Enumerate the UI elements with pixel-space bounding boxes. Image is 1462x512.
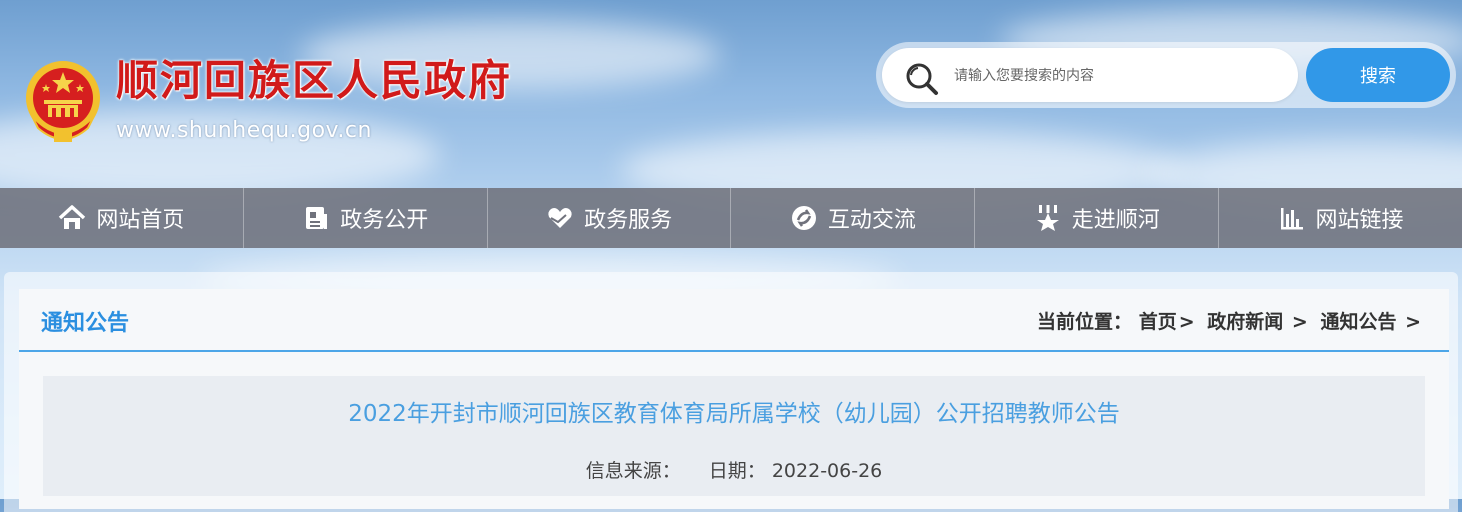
article-meta: 信息来源： 日期： 2022-06-26 — [43, 456, 1425, 483]
nav-item-label: 互动交流 — [827, 208, 916, 233]
heart-hands-icon — [548, 208, 572, 228]
nav-item-label: 政务公开 — [340, 208, 429, 233]
breadcrumb-separator: > — [1178, 311, 1195, 333]
nav-item-gov-services[interactable]: 政务服务 — [488, 188, 732, 248]
site-name[interactable]: 顺河回族区人民政府 — [116, 60, 512, 102]
nav-item-label: 政务服务 — [584, 208, 673, 233]
search-button[interactable]: 搜索 — [1306, 48, 1450, 102]
nav-item-label: 网站链接 — [1315, 208, 1404, 233]
breadcrumb-separator: > — [1405, 311, 1421, 333]
national-emblem-icon[interactable] — [22, 58, 104, 146]
site-header: 顺河回族区人民政府 www.shunhequ.gov.cn 搜索 — [0, 0, 1462, 188]
section-header: 通知公告 当前位置： 首页 > 政府新闻 > 通知公告 > — [19, 289, 1449, 352]
home-icon — [59, 205, 86, 229]
date-value: 2022-06-26 — [771, 460, 883, 482]
breadcrumb-gov-news[interactable]: 政府新闻 — [1207, 311, 1283, 333]
nav-item-label: 网站首页 — [96, 208, 185, 233]
section-title: 通知公告 — [41, 311, 130, 336]
nav-item-gov-affairs[interactable]: 政务公开 — [244, 188, 488, 248]
document-icon — [306, 207, 328, 229]
site-url: www.shunhequ.gov.cn — [116, 118, 372, 143]
breadcrumb-home[interactable]: 首页 — [1139, 311, 1177, 333]
breadcrumb-label: 当前位置： — [1037, 311, 1133, 333]
content-card: 通知公告 当前位置： 首页 > 政府新闻 > 通知公告 > 2022年开封市顺河回… — [19, 289, 1449, 509]
nav-item-label: 走进顺河 — [1071, 208, 1160, 233]
search-field[interactable] — [882, 48, 1298, 102]
nav-item-interaction[interactable]: 互动交流 — [731, 188, 976, 248]
main-nav: 网站首页 政务公开 政务服务 互动交流 走进顺河 网站链接 — [0, 188, 1462, 248]
search-input[interactable] — [952, 62, 1286, 90]
breadcrumb: 当前位置： 首页 > 政府新闻 > 通知公告 > — [1037, 307, 1427, 334]
source-label: 信息来源： — [585, 460, 681, 482]
bar-chart-icon — [1280, 208, 1303, 230]
breadcrumb-notices[interactable]: 通知公告 — [1320, 311, 1396, 333]
nav-item-home[interactable]: 网站首页 — [0, 188, 244, 248]
search-icon — [906, 63, 938, 95]
star-trophy-icon — [1036, 205, 1059, 231]
article-title: 2022年开封市顺河回族区教育体育局所属学校（幼儿园）公开招聘教师公告 — [348, 401, 1120, 427]
chat-icon — [791, 206, 816, 230]
nav-item-links[interactable]: 网站链接 — [1219, 188, 1462, 248]
nav-item-about[interactable]: 走进顺河 — [975, 188, 1220, 248]
date-label: 日期： — [708, 460, 766, 482]
breadcrumb-separator: > — [1291, 311, 1308, 333]
article-header: 2022年开封市顺河回族区教育体育局所属学校（幼儿园）公开招聘教师公告 信息来源… — [43, 376, 1425, 496]
